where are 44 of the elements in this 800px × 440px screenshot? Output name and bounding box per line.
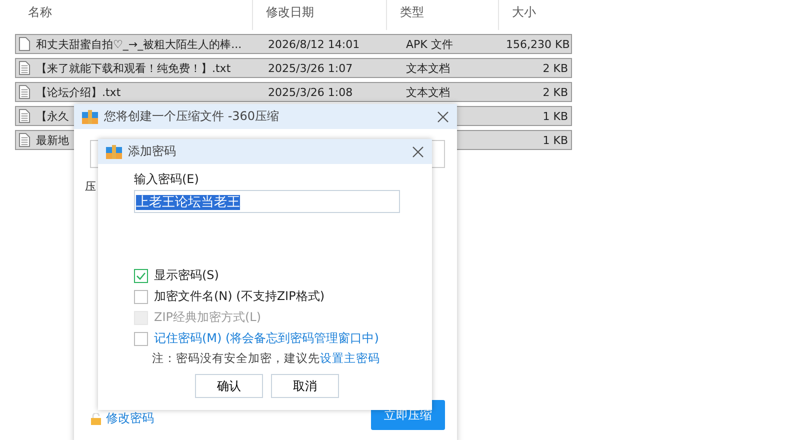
- checkbox[interactable]: [134, 268, 148, 282]
- file-date: 2025/3/26 1:08: [268, 86, 353, 98]
- password-field[interactable]: 上老王论坛当老王: [134, 190, 400, 213]
- archive-icon: [106, 144, 122, 158]
- archive-icon: [82, 110, 98, 124]
- file-row[interactable]: 【来了就能下载和观看！纯免费！】.txt 2025/3/26 1:07 文本文档 2 KB: [15, 58, 572, 78]
- file-name: 【来了就能下载和观看！纯免费！】.txt: [36, 62, 231, 74]
- file-name: 【永久: [36, 110, 69, 122]
- option-label[interactable]: 记住密码(M) (将会备忘到密码管理窗口中): [154, 330, 379, 347]
- file-name: 和丈夫甜蜜自拍♡_→_被粗大陌生人的棒...: [36, 38, 242, 50]
- file-type: APK 文件: [406, 38, 453, 50]
- dialog-button[interactable]: 取消: [271, 374, 339, 398]
- column-header[interactable]: 名称: [15, 0, 253, 30]
- field-label: 压: [85, 179, 96, 194]
- column-header[interactable]: 修改日期: [253, 0, 387, 30]
- close-icon[interactable]: [437, 110, 449, 122]
- master-password-link[interactable]: 设置主密码: [320, 351, 380, 365]
- file-row[interactable]: 【论坛介绍】.txt 2025/3/26 1:08 文本文档 2 KB: [15, 82, 572, 102]
- note-text: 注：密码没有安全加密，建议先: [152, 351, 320, 365]
- checkbox[interactable]: [134, 332, 148, 346]
- file-name: 最新地: [36, 134, 69, 146]
- column-header[interactable]: 大小: [499, 0, 572, 30]
- file-size: 2 KB: [542, 62, 568, 74]
- lock-icon: [90, 412, 102, 424]
- file-type: 文本文档: [406, 62, 450, 74]
- file-size: 1 KB: [542, 110, 568, 122]
- dialog-button[interactable]: 确认: [195, 374, 263, 398]
- file-row[interactable]: 和丈夫甜蜜自拍♡_→_被粗大陌生人的棒... 2026/8/12 14:01 APK 文件 156,230 KB: [15, 34, 572, 54]
- file-date: 2026/8/12 14:01: [268, 38, 360, 50]
- file-size: 156,230 KB: [506, 38, 570, 50]
- password-label: 输入密码(E): [134, 171, 200, 188]
- option-label[interactable]: 加密文件名(N) (不支持ZIP格式): [154, 288, 325, 305]
- column-header[interactable]: 类型: [387, 0, 499, 30]
- file-size: 2 KB: [542, 86, 568, 98]
- option-label[interactable]: 显示密码(S): [154, 267, 219, 284]
- file-type: 文本文档: [406, 86, 450, 98]
- checkbox[interactable]: [134, 290, 148, 304]
- file-size: 1 KB: [542, 134, 568, 146]
- window-title: 添加密码: [128, 143, 177, 160]
- file-name: 【论坛介绍】.txt: [36, 86, 121, 98]
- change-password-link[interactable]: 修改密码: [90, 410, 154, 427]
- file-date: 2025/3/26 1:07: [268, 62, 353, 74]
- close-icon[interactable]: [412, 146, 424, 158]
- window-title: 您将创建一个压缩文件 -360压缩: [104, 108, 280, 125]
